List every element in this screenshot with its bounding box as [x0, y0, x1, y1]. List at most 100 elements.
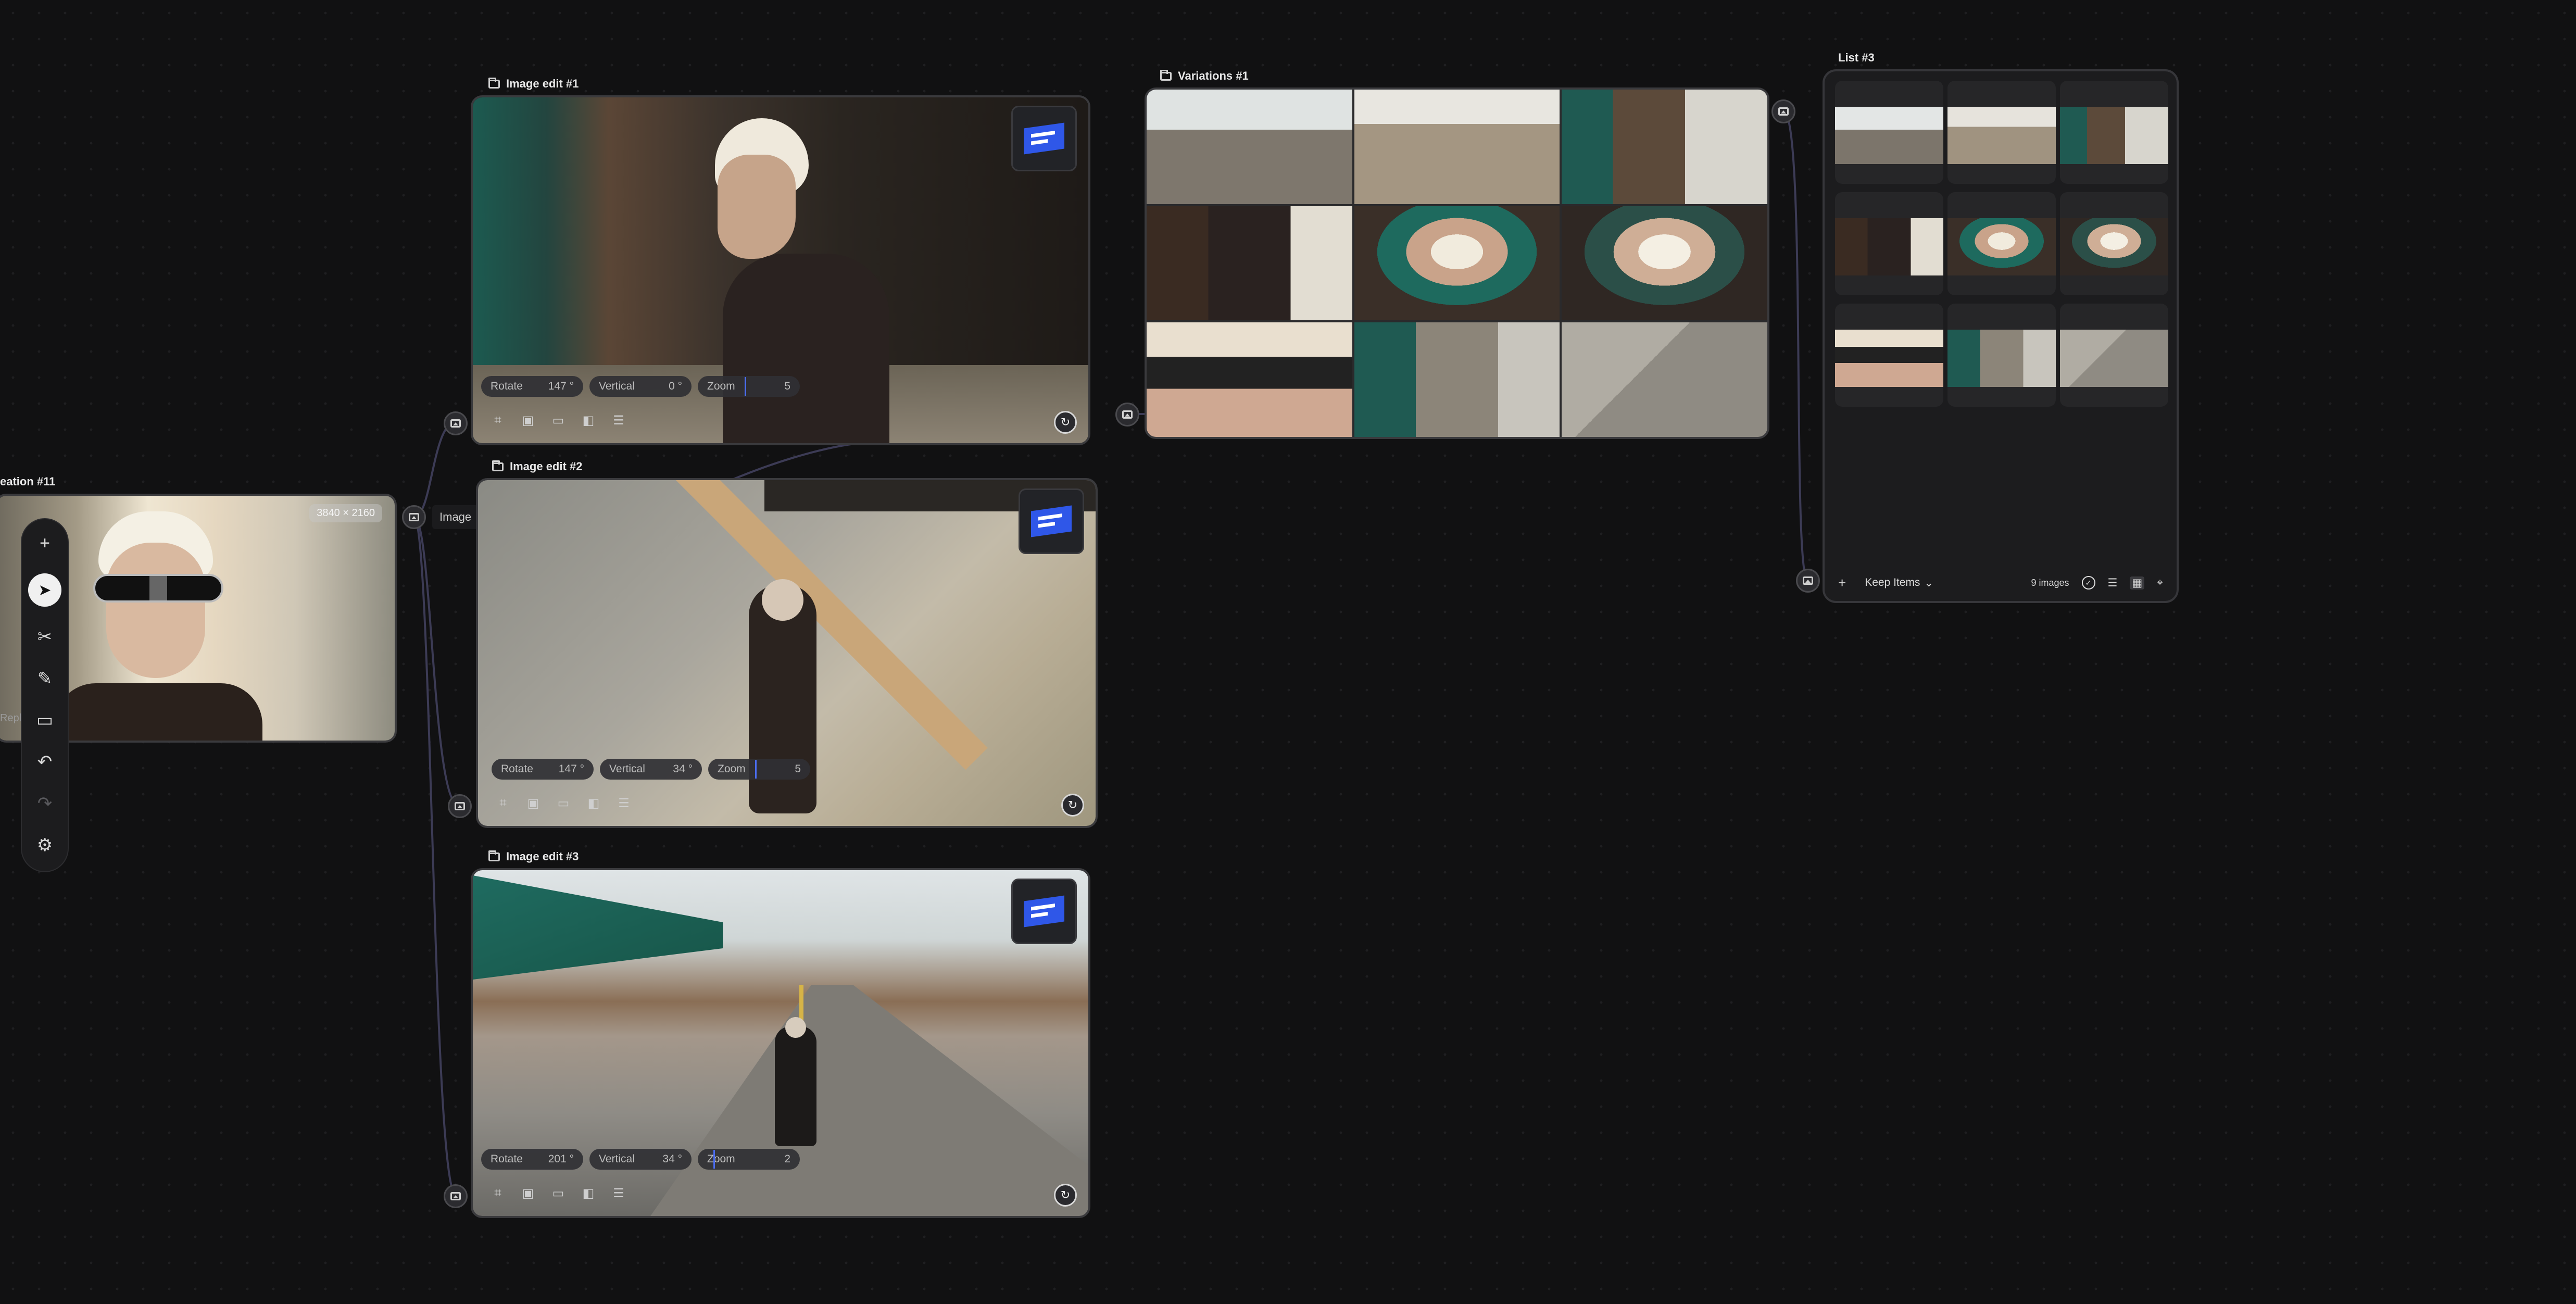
folder-icon[interactable]: ▭	[551, 1186, 566, 1200]
variations-grid	[1147, 90, 1767, 437]
list-item[interactable]	[2060, 304, 2168, 407]
list-item[interactable]	[2060, 81, 2168, 184]
refresh-icon[interactable]: ↻	[1061, 794, 1084, 817]
plus-icon[interactable]: +	[29, 532, 60, 555]
walking-person-head	[785, 1017, 806, 1038]
image-icon	[409, 513, 419, 521]
settings-icon[interactable]: ⚙	[29, 834, 60, 857]
variation-thumb[interactable]	[1562, 206, 1767, 321]
undo-icon[interactable]: ↶	[29, 750, 60, 773]
list-item[interactable]	[2060, 192, 2168, 295]
sliders-icon[interactable]: ☰	[617, 796, 631, 810]
target-icon[interactable]: ⌖	[2157, 576, 2163, 589]
list-footer: + Keep Items ⌄ 9 images ✓ ☰ ▦ ⌖	[1825, 565, 2177, 601]
edit-toolbar: ⌗ ▣ ▭ ◧ ☰	[496, 796, 631, 810]
crop-icon[interactable]: ⌗	[491, 413, 505, 428]
creation-side-label: Repl	[0, 712, 22, 724]
folder-icon[interactable]: ▭	[556, 796, 571, 810]
variation-thumb[interactable]	[1354, 322, 1560, 437]
stack-icon	[1160, 69, 1172, 81]
vertical-control[interactable]: Vertical 34 °	[589, 1149, 692, 1170]
add-item-button[interactable]: +	[1838, 575, 1846, 591]
variation-thumb[interactable]	[1562, 90, 1767, 204]
image-edit-3-title: Image edit #3	[488, 850, 579, 863]
creation-output-port[interactable]	[402, 505, 426, 529]
list-item[interactable]	[1835, 81, 1943, 184]
list-view-icon[interactable]: ☰	[2108, 576, 2118, 590]
rotate-control[interactable]: Rotate 147 °	[481, 376, 583, 397]
image-edit-3-card[interactable]: Rotate 201 ° Vertical 34 ° Zoom 2 ⌗ ▣ ▭ ◧ ☰…	[471, 868, 1090, 1218]
variations-card[interactable]	[1145, 87, 1769, 439]
image-count: 9 images	[2031, 577, 2069, 588]
list-item[interactable]	[1947, 81, 2056, 184]
zoom-slider-thumb[interactable]	[745, 377, 746, 396]
rotate-control[interactable]: Rotate 201 °	[481, 1149, 583, 1170]
crop-icon[interactable]: ⌗	[496, 796, 510, 810]
variation-thumb[interactable]	[1147, 90, 1352, 204]
select-pointer-icon[interactable]: ➤	[28, 573, 61, 607]
folder-icon[interactable]: ▭	[551, 413, 566, 428]
variation-thumb[interactable]	[1147, 322, 1352, 437]
refresh-icon[interactable]: ↻	[1054, 1184, 1077, 1207]
image-edit-2-input-port[interactable]	[448, 794, 472, 818]
redo-icon[interactable]: ↷	[29, 792, 60, 815]
compare-icon[interactable]: ◧	[586, 796, 601, 810]
scissors-icon[interactable]: ✂	[29, 625, 60, 648]
creation-dimension-badge: 3840 × 2160	[309, 504, 382, 522]
pen-icon[interactable]: ✎	[29, 667, 60, 690]
brand-logo-badge	[1011, 106, 1077, 171]
list-item[interactable]	[1835, 304, 1943, 407]
variation-thumb[interactable]	[1354, 90, 1560, 204]
brand-logo-icon	[1024, 895, 1064, 927]
grid-view-icon[interactable]: ▦	[2130, 576, 2145, 590]
chevron-down-icon: ⌄	[1924, 576, 1934, 589]
vertical-control[interactable]: Vertical 0 °	[589, 376, 692, 397]
connector-label: Image	[432, 505, 479, 529]
list-item[interactable]	[1835, 192, 1943, 295]
variations-output-port[interactable]	[1771, 99, 1795, 123]
zoom-slider-thumb[interactable]	[713, 1150, 715, 1169]
variation-thumb[interactable]	[1147, 206, 1352, 321]
image-adjust-icon[interactable]: ▣	[521, 1186, 535, 1200]
person-head	[718, 155, 796, 259]
list-item[interactable]	[1947, 304, 2056, 407]
brand-logo-icon	[1031, 505, 1072, 537]
rotate-control[interactable]: Rotate 147 °	[492, 759, 594, 780]
zoom-slider-thumb[interactable]	[755, 760, 757, 779]
refresh-icon[interactable]: ↻	[1054, 411, 1077, 434]
compare-icon[interactable]: ◧	[581, 1186, 596, 1200]
compare-icon[interactable]: ◧	[581, 413, 596, 428]
vertical-control[interactable]: Vertical 34 °	[600, 759, 702, 780]
creation-jacket	[54, 683, 262, 741]
image-icon	[1778, 107, 1789, 116]
image-edit-2-card[interactable]: Rotate 147 ° Vertical 34 ° Zoom 5 ⌗ ▣ ▭ ◧ ☰…	[476, 478, 1098, 828]
keep-items-dropdown[interactable]: Keep Items ⌄	[1858, 573, 1940, 593]
image-adjust-icon[interactable]: ▣	[521, 413, 535, 428]
image-edit-1-card[interactable]: Rotate 147 ° Vertical 0 ° Zoom 5 ⌗ ▣ ▭ ◧ ☰ …	[471, 95, 1090, 445]
image-icon	[455, 802, 465, 810]
list-item[interactable]	[1947, 192, 2056, 295]
sliders-icon[interactable]: ☰	[611, 413, 626, 428]
image-adjust-icon[interactable]: ▣	[526, 796, 541, 810]
image-edit-3-input-port[interactable]	[444, 1184, 468, 1208]
walking-person	[775, 1026, 816, 1146]
brand-logo-icon	[1024, 122, 1064, 155]
check-circle-icon[interactable]: ✓	[2081, 576, 2095, 590]
list-input-port[interactable]	[1796, 569, 1820, 593]
variation-thumb[interactable]	[1354, 206, 1560, 321]
image-edit-1-output-port[interactable]	[1115, 403, 1139, 427]
sliders-icon[interactable]: ☰	[611, 1186, 626, 1200]
image-edit-1-input-port[interactable]	[444, 411, 468, 435]
zoom-control[interactable]: Zoom 5	[698, 376, 800, 397]
edit-toolbar: ⌗ ▣ ▭ ◧ ☰	[491, 413, 626, 428]
variation-thumb[interactable]	[1562, 322, 1767, 437]
crop-icon[interactable]: ⌗	[491, 1186, 505, 1200]
image-icon	[450, 419, 461, 428]
zoom-control[interactable]: Zoom 5	[708, 759, 810, 780]
list-panel[interactable]: + Keep Items ⌄ 9 images ✓ ☰ ▦ ⌖	[1823, 69, 2179, 603]
person-jacket	[723, 254, 889, 443]
brand-logo-badge	[1019, 488, 1084, 554]
comment-icon[interactable]: ▭	[29, 709, 60, 732]
zoom-control[interactable]: Zoom 2	[698, 1149, 800, 1170]
brand-logo-badge	[1011, 879, 1077, 944]
